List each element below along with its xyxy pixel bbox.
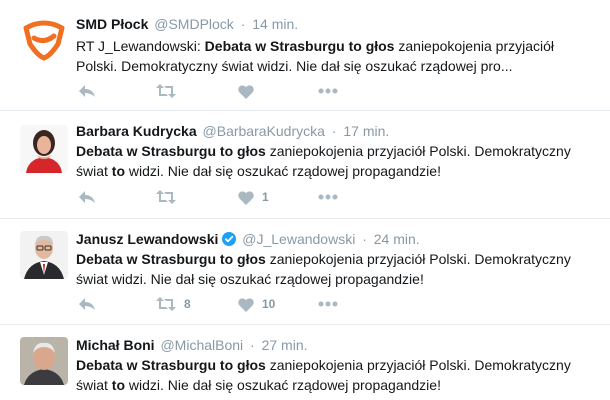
- tweet-text-part: RT J_Lewandowski:: [76, 38, 205, 54]
- tweet-text: Debata w Strasburgu to głos zaniepokojen…: [76, 141, 596, 181]
- tweet-username[interactable]: @J_Lewandowski: [242, 231, 355, 247]
- reply-icon: [79, 85, 95, 97]
- tweet-fullname[interactable]: Michał Boni: [76, 337, 155, 353]
- retweet-count: 8: [184, 297, 191, 311]
- verified-badge-icon: [222, 232, 237, 246]
- tweet-text-highlight: to: [111, 377, 126, 393]
- tweet-fullname[interactable]: Barbara Kudrycka: [76, 123, 197, 139]
- more-options-button[interactable]: [318, 294, 338, 314]
- tweet-text-highlight: Debata w Strasburgu to głos: [76, 251, 266, 267]
- like-count: 1: [262, 190, 269, 204]
- tweet-actions: 8 10: [76, 294, 376, 314]
- like-button[interactable]: 1: [238, 187, 269, 207]
- tweet-item[interactable]: SMD Płock @SMDPlock · 14 min. RT J_Lewan…: [0, 0, 610, 111]
- reply-icon: [79, 191, 95, 203]
- tweet-actions: 1: [76, 187, 376, 207]
- like-count: 10: [262, 297, 276, 311]
- tweet-item[interactable]: Janusz Lewandowski @J_Lewandowski · 24 m…: [0, 219, 610, 325]
- tweet-timestamp[interactable]: 24 min.: [374, 231, 420, 247]
- tweet-text: Debata w Strasburgu to głos zaniepokojen…: [76, 355, 596, 395]
- reply-icon: [79, 298, 95, 310]
- retweet-icon: [156, 297, 176, 311]
- tweet-text: Debata w Strasburgu to głos zaniepokojen…: [76, 249, 596, 289]
- tweet-fullname[interactable]: SMD Płock: [76, 16, 148, 32]
- tweet-text-highlight: Debata w Strasburgu to głos: [76, 357, 266, 373]
- tweet-text-highlight: to: [111, 163, 126, 179]
- avatar[interactable]: [20, 14, 68, 62]
- retweet-button[interactable]: [156, 187, 184, 207]
- reply-button[interactable]: [78, 187, 96, 207]
- avatar[interactable]: [20, 231, 68, 279]
- separator-dot: ·: [362, 231, 367, 247]
- tweet-username[interactable]: @BarbaraKudrycka: [203, 123, 325, 139]
- like-button[interactable]: [238, 81, 262, 101]
- tweet-item[interactable]: Michał Boni @MichalBoni · 27 min. Debata…: [0, 325, 610, 400]
- tweet-timestamp[interactable]: 27 min.: [262, 337, 308, 353]
- avatar[interactable]: [20, 337, 68, 385]
- retweet-button[interactable]: [156, 81, 184, 101]
- smd-logo-icon: [23, 20, 65, 61]
- reply-button[interactable]: [78, 81, 96, 101]
- user-avatar: [20, 125, 68, 173]
- heart-icon: [238, 190, 254, 205]
- tweet-text: RT J_Lewandowski: Debata w Strasburgu to…: [76, 36, 596, 76]
- tweet-text-part: widzi. Nie dał się oszukać rządowej prop…: [125, 377, 441, 393]
- more-icon: [318, 194, 338, 200]
- retweet-icon: [156, 84, 176, 98]
- separator-dot: ·: [250, 337, 255, 353]
- tweet-header: Janusz Lewandowski @J_Lewandowski · 24 m…: [76, 231, 600, 247]
- retweet-icon: [156, 190, 176, 204]
- tweet-header: Barbara Kudrycka @BarbaraKudrycka · 17 m…: [76, 123, 600, 139]
- user-avatar: [20, 231, 68, 279]
- tweet-timestamp[interactable]: 14 min.: [252, 16, 298, 32]
- tweet-header: Michał Boni @MichalBoni · 27 min.: [76, 337, 600, 353]
- tweet-username[interactable]: @SMDPlock: [154, 16, 234, 32]
- more-icon: [318, 88, 338, 94]
- reply-button[interactable]: [78, 294, 96, 314]
- tweet-timestamp[interactable]: 17 min.: [343, 123, 389, 139]
- heart-icon: [238, 297, 254, 312]
- more-options-button[interactable]: [318, 81, 338, 101]
- tweet-item[interactable]: Barbara Kudrycka @BarbaraKudrycka · 17 m…: [0, 111, 610, 219]
- more-icon: [318, 301, 338, 307]
- retweet-button[interactable]: 8: [156, 294, 191, 314]
- tweet-text-highlight: Debata w Strasburgu to głos: [76, 143, 266, 159]
- tweet-actions: [76, 81, 376, 101]
- tweet-text-highlight: Debata w Strasburgu to głos: [204, 38, 395, 54]
- like-button[interactable]: 10: [238, 294, 275, 314]
- separator-dot: ·: [240, 16, 246, 32]
- separator-dot: ·: [331, 123, 337, 139]
- heart-icon: [238, 84, 254, 99]
- more-options-button[interactable]: [318, 187, 338, 207]
- tweet-timeline: SMD Płock @SMDPlock · 14 min. RT J_Lewan…: [0, 0, 610, 400]
- tweet-fullname[interactable]: Janusz Lewandowski: [76, 231, 218, 247]
- tweet-text-part: widzi. Nie dał się oszukać rządowej prop…: [125, 163, 441, 179]
- avatar[interactable]: [20, 125, 68, 173]
- tweet-header: SMD Płock @SMDPlock · 14 min.: [76, 16, 600, 32]
- tweet-username[interactable]: @MichalBoni: [160, 337, 243, 353]
- user-avatar: [20, 337, 68, 385]
